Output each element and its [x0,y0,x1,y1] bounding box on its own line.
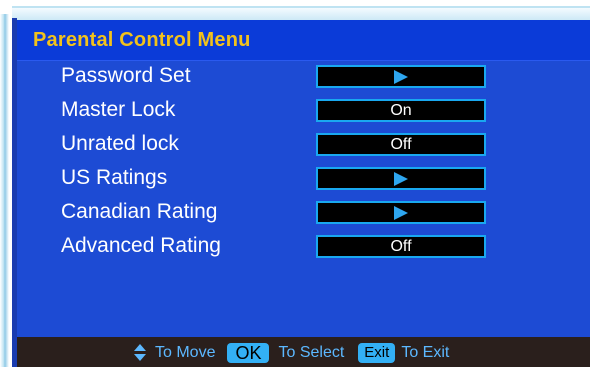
password-set-box[interactable] [316,65,486,88]
menu-item-canadian-rating[interactable]: Canadian Rating [17,198,590,226]
ok-key: OK [227,343,270,363]
exit-key: Exit [358,343,396,363]
menu-item-label: Canadian Rating [61,200,218,223]
select-hint: To Select [278,344,345,361]
menu-item-label: Advanced Rating [61,234,221,257]
move-hint: To Move [155,344,216,361]
right-arrow-icon [394,206,408,220]
canadian-rating-box[interactable] [316,201,486,224]
right-arrow-icon [394,172,408,186]
menu-item-advanced-rating[interactable]: Advanced Rating Off [17,232,590,260]
menu-item-label: Password Set [61,64,191,87]
advanced-rating-value[interactable]: Off [316,235,486,258]
parental-control-screen: Parental Control Menu Password Set Maste… [17,20,590,367]
menu-item-password-set[interactable]: Password Set [17,62,590,90]
tv-frame-left [0,14,9,367]
menu-item-us-ratings[interactable]: US Ratings [17,164,590,192]
master-lock-value[interactable]: On [316,99,486,122]
us-ratings-box[interactable] [316,167,486,190]
page-title: Parental Control Menu [33,29,251,51]
footer-help-bar: To Move OK To Select Exit To Exit [17,337,590,367]
footer-hints: To Move OK To Select Exit To Exit [134,342,449,364]
title-bar: Parental Control Menu [17,20,590,61]
unrated-lock-value[interactable]: Off [316,133,486,156]
menu-item-unrated-lock[interactable]: Unrated lock Off [17,130,590,158]
menu-item-label: US Ratings [61,166,168,189]
tv-frame-top [12,6,590,20]
right-arrow-icon [394,70,408,84]
menu-item-label: Master Lock [61,98,176,121]
up-down-arrow-icon [134,344,146,362]
menu-item-label: Unrated lock [61,132,179,155]
exit-hint: To Exit [401,344,450,361]
menu-item-master-lock[interactable]: Master Lock On [17,96,590,124]
